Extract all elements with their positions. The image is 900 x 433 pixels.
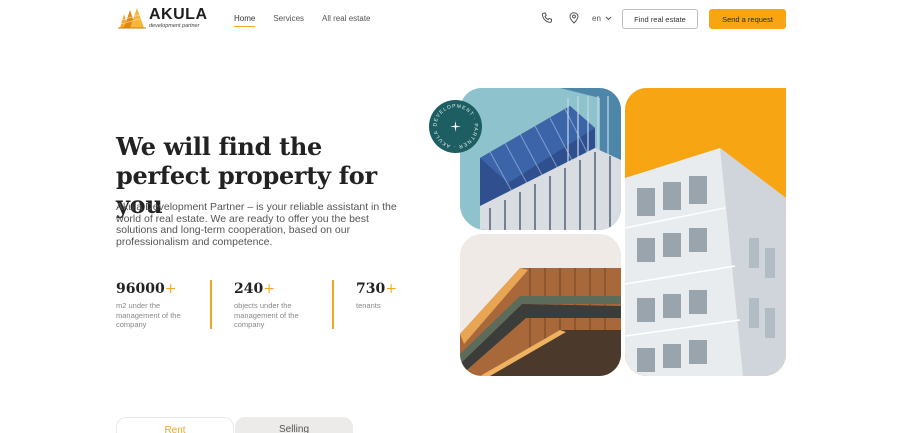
logo[interactable]: AKULA development partner [118,6,208,30]
nav-item-services[interactable]: Services [273,14,304,23]
stat-divider [332,280,334,329]
language-label: en [592,14,601,23]
development-partner-badge: DEVELOPMENT · PARTNER · AKULA · [429,100,482,153]
svg-text:DEVELOPMENT · PARTNER · AKULA: DEVELOPMENT · PARTNER · AKULA · [429,100,479,150]
logo-name: AKULA [149,5,208,23]
send-request-button[interactable]: Send a request [709,9,786,29]
stat-number: 240+ [234,281,275,297]
stat-objects: 240+ objects under the management of the… [234,280,324,330]
stat-area: 96000+ m2 under the management of the co… [116,280,206,330]
find-real-estate-button[interactable]: Find real estate [622,9,698,29]
language-selector[interactable]: en [592,14,612,23]
building-photo-wooden-facade [460,234,621,376]
building-photo-glass-tower [460,88,621,230]
badge-circular-text: DEVELOPMENT · PARTNER · AKULA · [429,100,478,150]
chevron-down-icon [605,16,612,21]
deal-type-tabs: Rent Selling [116,417,353,433]
stat-number: 730+ [356,281,397,297]
logo-building-icon [118,8,146,29]
main-nav: Home Services All real estate [234,14,371,27]
stat-label: tenants [356,301,381,310]
building-photo-white-modern [625,88,786,376]
stat-number: 96000+ [116,281,177,297]
site-header: AKULA development partner Home Services … [0,0,900,40]
stat-divider [210,280,212,329]
stat-tenants: 730+ tenants [356,280,446,311]
phone-icon[interactable] [541,12,553,24]
nav-item-all-real-estate[interactable]: All real estate [322,14,370,23]
nav-item-home[interactable]: Home [234,14,256,27]
star-icon [450,121,461,132]
hero-description: Akula Development Partner – is your reli… [116,201,397,248]
tab-selling[interactable]: Selling [235,417,353,433]
location-pin-icon[interactable] [568,12,580,24]
tab-rent[interactable]: Rent [116,417,234,433]
stat-label: objects under the management of the comp… [234,301,299,329]
stat-label: m2 under the management of the company [116,301,181,329]
logo-tagline: development partner [149,22,200,29]
